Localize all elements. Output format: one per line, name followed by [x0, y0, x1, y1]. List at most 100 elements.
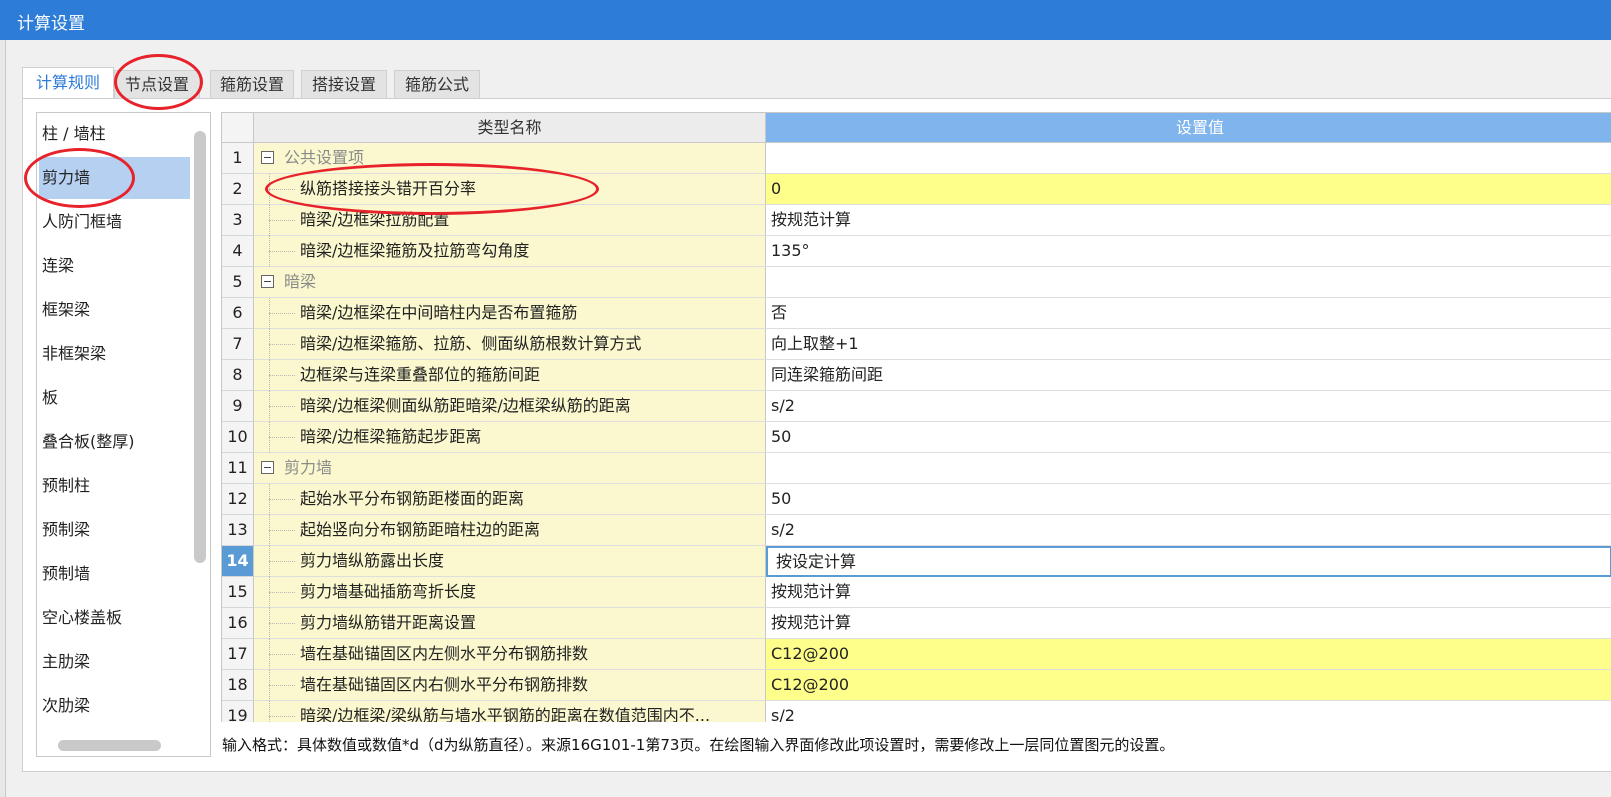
- list-item-slab[interactable]: 板: [37, 377, 190, 419]
- row-number: 3: [222, 205, 254, 236]
- value-cell[interactable]: 135°: [766, 236, 1611, 267]
- value-cell[interactable]: 按规范计算: [766, 205, 1611, 236]
- tab-stirrup-settings[interactable]: 箍筋设置: [210, 70, 294, 99]
- tree-guide: [269, 220, 295, 221]
- tab-stirrup-formula[interactable]: 箍筋公式: [394, 70, 480, 99]
- tree-guide: [269, 701, 270, 722]
- name-cell: 暗梁/边框梁在中间暗柱内是否布置箍筋: [254, 298, 766, 329]
- value-cell[interactable]: 0: [766, 174, 1611, 205]
- list-item-coupling-beam[interactable]: 连梁: [37, 245, 190, 287]
- value-cell[interactable]: s/2: [766, 701, 1611, 722]
- table-row[interactable]: 7 暗梁/边框梁箍筋、拉筋、侧面纵筋根数计算方式 向上取整+1: [222, 329, 1611, 360]
- setting-name: 剪力墙纵筋露出长度: [300, 551, 445, 570]
- setting-name: 暗梁/边框梁在中间暗柱内是否布置箍筋: [300, 303, 578, 322]
- value-cell[interactable]: 向上取整+1: [766, 329, 1611, 360]
- name-cell: 纵筋搭接接头错开百分率: [254, 174, 766, 205]
- tree-guide: [269, 251, 295, 252]
- name-cell: 剪力墙纵筋错开距离设置: [254, 608, 766, 639]
- group-name-cell: 暗梁: [254, 267, 766, 298]
- table-row[interactable]: 9 暗梁/边框梁侧面纵筋距暗梁/边框梁纵筋的距离 s/2: [222, 391, 1611, 422]
- table-row[interactable]: 6 暗梁/边框梁在中间暗柱内是否布置箍筋 否: [222, 298, 1611, 329]
- setting-name: 暗梁/边框梁/梁纵筋与墙水平钢筋的距离在数值范围内不...: [300, 706, 711, 722]
- table-row[interactable]: 12 起始水平分布钢筋距楼面的距离 50: [222, 484, 1611, 515]
- header-setting-value-label: 设置值: [1175, 118, 1224, 137]
- list-item-hollow-floor-slab[interactable]: 空心楼盖板: [37, 597, 190, 639]
- list-item-column[interactable]: 柱 / 墙柱: [37, 113, 190, 155]
- row-number: 9: [222, 391, 254, 422]
- value-cell[interactable]: 同连梁箍筋间距: [766, 360, 1611, 391]
- name-cell: 墙在基础锚固区内右侧水平分布钢筋排数: [254, 670, 766, 701]
- table-row[interactable]: 16 剪力墙纵筋错开距离设置 按规范计算: [222, 608, 1611, 639]
- setting-name: 暗梁/边框梁箍筋、拉筋、侧面纵筋根数计算方式: [300, 334, 642, 353]
- value-cell[interactable]: 50: [766, 422, 1611, 453]
- table-row[interactable]: 18 墙在基础锚固区内右侧水平分布钢筋排数 C12@200: [222, 670, 1611, 701]
- row-number: 16: [222, 608, 254, 639]
- list-item-secondary-rib-beam[interactable]: 次肋梁: [37, 685, 190, 727]
- tree-guide: [269, 685, 295, 686]
- table-row[interactable]: 13 起始竖向分布钢筋距暗柱边的距离 s/2: [222, 515, 1611, 546]
- tree-guide: [269, 313, 295, 314]
- setting-name: 暗梁/边框梁箍筋起步距离: [300, 427, 482, 446]
- value-cell[interactable]: [766, 267, 1611, 298]
- table-row[interactable]: 5 暗梁: [222, 267, 1611, 298]
- list-item-main-rib-beam[interactable]: 主肋梁: [37, 641, 190, 683]
- value-cell[interactable]: C12@200: [766, 639, 1611, 670]
- list-item-frame-beam[interactable]: 框架梁: [37, 289, 190, 331]
- table-row[interactable]: 8 边框梁与连梁重叠部位的箍筋间距 同连梁箍筋间距: [222, 360, 1611, 391]
- list-item-precast-wall[interactable]: 预制墙: [37, 553, 190, 595]
- list-item-shear-wall[interactable]: 剪力墙: [39, 157, 190, 199]
- table-row[interactable]: 10 暗梁/边框梁箍筋起步距离 50: [222, 422, 1611, 453]
- value-cell-editing[interactable]: 按设定计算: [766, 546, 1611, 577]
- table-row[interactable]: 11 剪力墙: [222, 453, 1611, 484]
- list-horizontal-scrollbar[interactable]: [58, 740, 161, 751]
- name-cell: 暗梁/边框梁箍筋及拉筋弯勾角度: [254, 236, 766, 267]
- component-list: 柱 / 墙柱 剪力墙 人防门框墙 连梁 框架梁 非框架梁 板 叠合板(整厚) 预…: [36, 112, 211, 757]
- table-row[interactable]: 4 暗梁/边框梁箍筋及拉筋弯勾角度 135°: [222, 236, 1611, 267]
- tree-guide: [269, 406, 295, 407]
- list-item-composite-slab[interactable]: 叠合板(整厚): [37, 421, 190, 463]
- value-cell[interactable]: [766, 453, 1611, 484]
- value-cell[interactable]: [766, 143, 1611, 174]
- row-number: 8: [222, 360, 254, 391]
- name-cell: 暗梁/边框梁侧面纵筋距暗梁/边框梁纵筋的距离: [254, 391, 766, 422]
- tree-guide: [269, 437, 295, 438]
- value-cell[interactable]: 按规范计算: [766, 608, 1611, 639]
- setting-name: 墙在基础锚固区内左侧水平分布钢筋排数: [300, 644, 589, 663]
- tab-lap-settings[interactable]: 搭接设置: [301, 70, 387, 99]
- tab-calculation-rules[interactable]: 计算规则: [22, 67, 114, 100]
- value-cell[interactable]: s/2: [766, 515, 1611, 546]
- list-item-precast-column[interactable]: 预制柱: [37, 465, 190, 507]
- table-row[interactable]: 15 剪力墙基础插筋弯折长度 按规范计算: [222, 577, 1611, 608]
- row-number: 5: [222, 267, 254, 298]
- collapse-icon[interactable]: [261, 461, 274, 474]
- tree-guide: [269, 499, 295, 500]
- settings-table: 类型名称 设置值 1 公共设置项 2 纵筋搭接接头错开百分率 0 3 暗梁/边框…: [221, 112, 1611, 722]
- setting-name: 纵筋搭接接头错开百分率: [300, 179, 477, 198]
- collapse-icon[interactable]: [261, 151, 274, 164]
- setting-name: 剪力墙基础插筋弯折长度: [300, 582, 477, 601]
- value-cell[interactable]: 50: [766, 484, 1611, 515]
- table-row[interactable]: 17 墙在基础锚固区内左侧水平分布钢筋排数 C12@200: [222, 639, 1611, 670]
- table-row[interactable]: 3 暗梁/边框梁拉筋配置 按规范计算: [222, 205, 1611, 236]
- row-number: 11: [222, 453, 254, 484]
- name-cell: 剪力墙基础插筋弯折长度: [254, 577, 766, 608]
- value-cell[interactable]: 否: [766, 298, 1611, 329]
- value-cell[interactable]: 按规范计算: [766, 577, 1611, 608]
- table-row-active[interactable]: 14 剪力墙纵筋露出长度 按设定计算: [222, 546, 1611, 577]
- tab-node-settings[interactable]: 节点设置: [114, 70, 200, 99]
- setting-name: 边框梁与连梁重叠部位的箍筋间距: [300, 365, 541, 384]
- list-item-non-frame-beam[interactable]: 非框架梁: [37, 333, 190, 375]
- setting-name: 暗梁/边框梁侧面纵筋距暗梁/边框梁纵筋的距离: [300, 396, 631, 415]
- list-item-precast-beam[interactable]: 预制梁: [37, 509, 190, 551]
- row-number: 6: [222, 298, 254, 329]
- value-cell[interactable]: s/2: [766, 391, 1611, 422]
- list-vertical-scrollbar[interactable]: [194, 131, 206, 563]
- table-row[interactable]: 2 纵筋搭接接头错开百分率 0: [222, 174, 1611, 205]
- table-row[interactable]: 19 暗梁/边框梁/梁纵筋与墙水平钢筋的距离在数值范围内不... s/2: [222, 701, 1611, 722]
- table-row[interactable]: 1 公共设置项: [222, 143, 1611, 174]
- value-cell[interactable]: C12@200: [766, 670, 1611, 701]
- setting-name: 墙在基础锚固区内右侧水平分布钢筋排数: [300, 675, 589, 694]
- list-item-civil-defense-door-wall[interactable]: 人防门框墙: [37, 201, 190, 243]
- collapse-icon[interactable]: [261, 275, 274, 288]
- tree-guide: [269, 592, 295, 593]
